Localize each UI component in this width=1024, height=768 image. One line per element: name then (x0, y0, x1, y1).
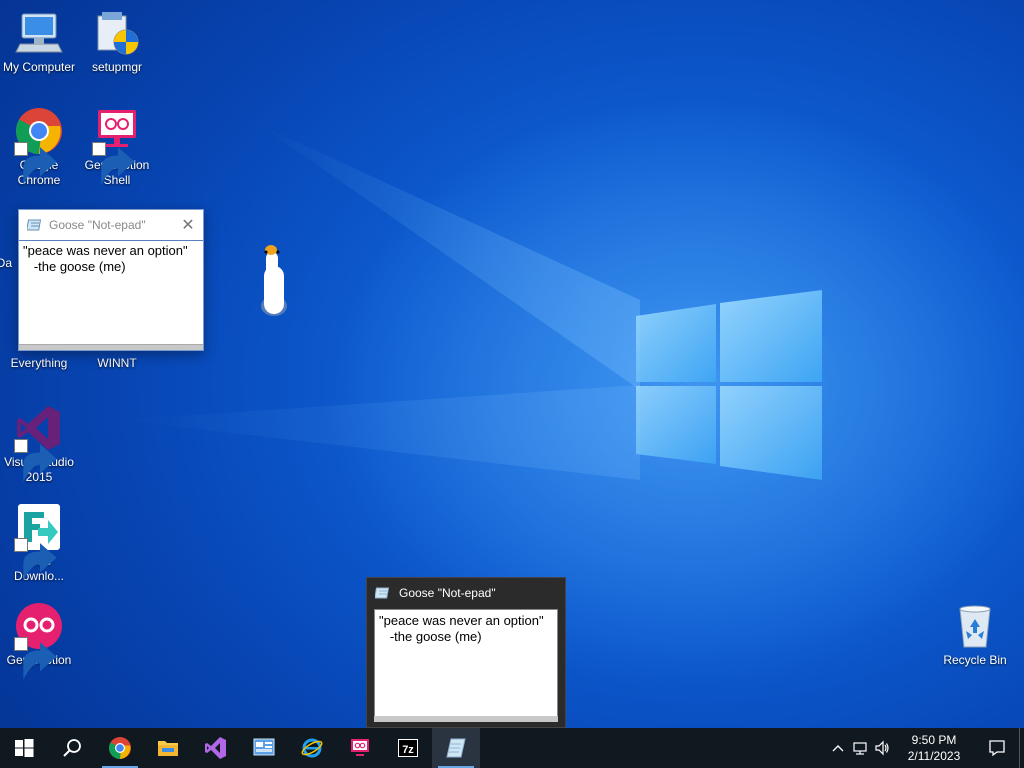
notepad-icon (446, 738, 466, 758)
folder-icon (158, 741, 178, 756)
desktop-icon-label: setupmgr (91, 60, 143, 74)
show-desktop-button[interactable] (1019, 728, 1024, 768)
desktop-icon-visual-studio-2015[interactable]: Visual Studio 2015 (0, 403, 78, 485)
clock-time: 9:50 PM (911, 733, 957, 747)
desktop-icon-recycle-bin[interactable]: Recycle Bin (936, 601, 1014, 668)
notepad-icon (27, 219, 42, 231)
start-button[interactable] (0, 728, 48, 768)
taskbar-control-panel[interactable] (240, 728, 288, 768)
shortcut-arrow-icon (14, 637, 57, 680)
close-icon[interactable]: ✕ (173, 215, 203, 235)
window-titlebar[interactable]: Goose "Not-epad" ✕ (19, 210, 203, 241)
network-icon (853, 742, 867, 755)
windows-logo-wallpaper (636, 290, 822, 480)
desktop-icon-label: My Computer (2, 60, 76, 74)
setup-package-icon (97, 12, 139, 55)
shortcut-arrow-icon (14, 142, 57, 185)
taskbar: 7z 9:50 PM 2/11/2023 (0, 728, 1024, 768)
speaker-icon (875, 740, 889, 756)
network-status-button[interactable] (849, 728, 871, 768)
window-title: Goose "Not-epad" (49, 218, 146, 232)
internet-explorer-icon (301, 738, 323, 758)
chrome-icon (109, 737, 131, 759)
desktop-icon-setupmgr[interactable]: setupmgr (78, 8, 156, 75)
preview-titlebar[interactable]: Goose "Not-epad" (367, 578, 565, 608)
shortcut-arrow-icon (14, 439, 57, 482)
taskbar-clock[interactable]: 9:50 PM 2/11/2023 (899, 732, 969, 764)
preview-title: Goose "Not-epad" (399, 586, 496, 600)
desktop-icon-google-chrome[interactable]: Google Chrome (0, 106, 78, 188)
goose-notepad-window[interactable]: Goose "Not-epad" ✕ "peace was never an o… (18, 209, 204, 351)
search-button[interactable] (48, 728, 96, 768)
preview-status-bar (374, 716, 558, 722)
notification-icon (989, 740, 1005, 757)
windows-start-icon (15, 739, 34, 757)
notepad-text-area[interactable]: "peace was never an option" -the goose (… (19, 241, 203, 344)
volume-button[interactable] (871, 728, 893, 768)
taskbar-genymotion[interactable] (336, 728, 384, 768)
shortcut-arrow-icon (92, 142, 135, 185)
genymotion-icon (351, 739, 369, 756)
7zip-icon: 7z (398, 739, 418, 757)
desktop-icon-label: Recycle Bin (943, 653, 1007, 667)
desktop-icon-genymotion[interactable]: Genymotion (0, 601, 78, 680)
taskbar-visual-studio[interactable] (192, 728, 240, 768)
shortcut-arrow-icon (14, 538, 57, 581)
computer-icon (15, 13, 63, 53)
taskbar-internet-explorer[interactable] (288, 728, 336, 768)
action-center-button[interactable] (975, 728, 1019, 768)
desktop-icon-label: Everything (10, 356, 68, 370)
desktop-icon-label: WINNT (97, 356, 137, 370)
visual-studio-icon (205, 737, 226, 759)
desktop-icon-my-computer[interactable]: My Computer (0, 8, 78, 75)
taskbar-goose-notepad[interactable] (432, 728, 480, 768)
show-hidden-icons-button[interactable] (827, 728, 849, 768)
control-panel-icon (253, 738, 275, 756)
taskbar-thumbnail-preview[interactable]: Goose "Not-epad" "peace was never an opt… (366, 577, 566, 728)
goose-sprite[interactable] (258, 244, 290, 320)
7zip-label: 7z (402, 744, 414, 756)
recycle-bin-icon (959, 605, 991, 648)
clock-date: 2/11/2023 (907, 749, 961, 763)
preview-text-area: "peace was never an option" -the goose (… (374, 609, 558, 717)
taskbar-file-explorer[interactable] (144, 728, 192, 768)
taskbar-chrome[interactable] (96, 728, 144, 768)
chevron-up-icon (832, 745, 844, 752)
taskbar-7zip[interactable]: 7z (384, 728, 432, 768)
window-status-bar (19, 344, 203, 350)
search-icon (63, 739, 81, 757)
desktop-icon-genymotion-shell[interactable]: Genymotion Shell (78, 106, 156, 188)
desktop-icon-free-download-manager[interactable]: Free Downlo... (0, 502, 78, 584)
notepad-icon (375, 587, 390, 599)
system-tray: 9:50 PM 2/11/2023 (827, 728, 1024, 768)
